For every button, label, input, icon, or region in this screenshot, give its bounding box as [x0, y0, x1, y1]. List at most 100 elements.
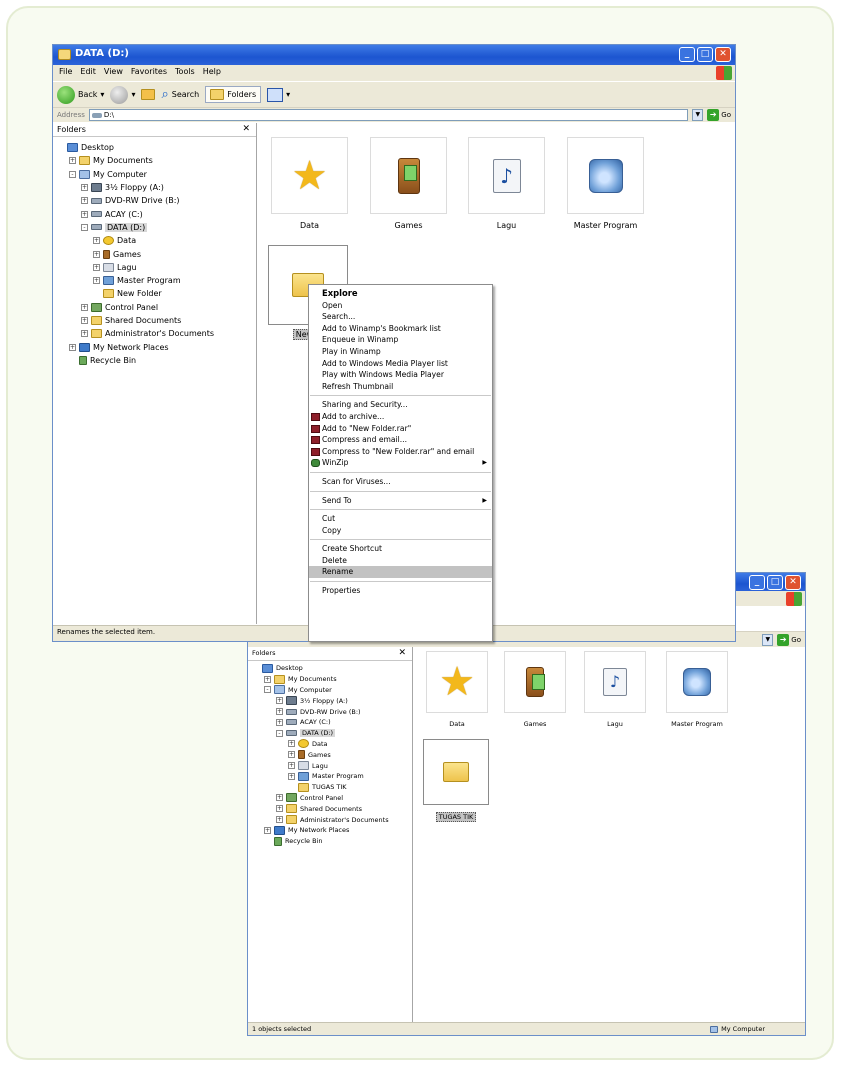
tree-item[interactable]: + My Documents — [252, 674, 410, 685]
tree-item[interactable]: New Folder — [57, 287, 254, 300]
go-button[interactable]: ➔ Go — [777, 633, 805, 646]
address-dropdown-button[interactable]: ▼ — [762, 633, 774, 646]
tree-item[interactable]: + DVD-RW Drive (B:) — [57, 194, 254, 207]
tree-item[interactable]: + ACAY (C:) — [57, 207, 254, 220]
tree-item[interactable]: + Data — [57, 234, 254, 247]
go-button[interactable]: ➔ Go — [707, 109, 735, 121]
minimize-button[interactable]: _ — [749, 575, 765, 590]
expand-toggle-icon[interactable]: - — [276, 729, 283, 737]
expand-toggle-icon[interactable]: + — [81, 330, 88, 338]
tree-item[interactable]: + Lagu — [252, 760, 410, 771]
context-menu-item[interactable]: Play with Windows Media Player — [309, 369, 492, 381]
tree-item[interactable]: - DATA (D:) — [252, 728, 410, 739]
context-menu-item[interactable]: Properties — [309, 585, 492, 597]
context-menu-item[interactable]: Send To ▶ — [309, 495, 492, 507]
expand-toggle-icon[interactable]: + — [81, 184, 88, 192]
address-field[interactable]: D:\ — [88, 109, 689, 121]
expand-toggle-icon[interactable]: + — [93, 277, 100, 285]
context-menu-item[interactable]: WinZip ▶ — [309, 457, 492, 469]
close-button[interactable]: ✕ — [785, 575, 801, 590]
expand-toggle-icon[interactable]: + — [69, 157, 76, 165]
expand-toggle-icon[interactable]: + — [81, 210, 88, 218]
tree-item[interactable]: + Control Panel — [57, 301, 254, 314]
close-icon[interactable]: ✕ — [398, 648, 406, 658]
expand-toggle-icon[interactable]: + — [276, 816, 283, 824]
folder-tile-data[interactable]: ★ Data — [271, 137, 348, 230]
expand-toggle-icon[interactable]: + — [276, 805, 283, 813]
context-menu-item[interactable]: Sharing and Security... — [309, 399, 492, 411]
context-menu-item[interactable]: Explore — [309, 288, 492, 300]
forward-button[interactable]: ▾ — [110, 85, 135, 104]
expand-toggle-icon[interactable]: + — [288, 772, 295, 780]
tree-item[interactable]: + DVD-RW Drive (B:) — [252, 706, 410, 717]
tree-item[interactable]: Recycle Bin — [252, 836, 410, 847]
folder-tile-games[interactable]: Games — [370, 137, 447, 230]
expand-toggle-icon[interactable]: + — [264, 675, 271, 683]
folder-tile-tugas-tik[interactable]: TUGAS TIK — [423, 739, 489, 822]
folder-tile-lagu[interactable]: ♪ Lagu — [468, 137, 545, 230]
chevron-down-icon[interactable]: ▾ — [100, 90, 104, 99]
expand-toggle-icon[interactable]: - — [81, 223, 88, 231]
expand-toggle-icon[interactable]: + — [69, 343, 76, 351]
address-dropdown-button[interactable]: ▼ — [692, 109, 704, 121]
expand-toggle-icon[interactable]: + — [81, 317, 88, 324]
context-menu-item[interactable]: Add to Winamp's Bookmark list — [309, 323, 492, 335]
chevron-down-icon[interactable]: ▾ — [286, 90, 290, 99]
folder-tile-data[interactable]: ★ Data — [426, 651, 488, 728]
expand-toggle-icon[interactable]: - — [264, 686, 271, 694]
context-menu-item[interactable]: Search... — [309, 311, 492, 323]
context-menu-item[interactable]: Create Shortcut — [309, 543, 492, 555]
tree-item[interactable]: + Data — [252, 739, 410, 750]
minimize-button[interactable]: _ — [679, 47, 695, 62]
tree-item[interactable]: + Master Program — [252, 771, 410, 782]
tree-item[interactable]: Recycle Bin — [57, 354, 254, 367]
menu-file[interactable]: File — [59, 67, 72, 79]
up-folder-button[interactable] — [141, 89, 156, 100]
tree-item[interactable]: +3½ Floppy (A:) — [57, 181, 254, 194]
folder-tile-games[interactable]: Games — [504, 651, 566, 728]
expand-toggle-icon[interactable]: + — [81, 303, 88, 311]
tree-item[interactable]: + Shared Documents — [57, 314, 254, 327]
tree-item[interactable]: + My Documents — [57, 154, 254, 167]
context-menu-item[interactable]: Refresh Thumbnail — [309, 381, 492, 393]
expand-toggle-icon[interactable]: + — [93, 263, 100, 271]
maximize-button[interactable]: □ — [767, 575, 783, 590]
close-button[interactable]: ✕ — [715, 47, 731, 62]
folders-button[interactable]: Folders — [205, 86, 262, 103]
context-menu-item[interactable]: Add to "New Folder.rar" — [309, 423, 492, 435]
search-button[interactable]: ⌕ Search — [161, 87, 199, 102]
tree-item[interactable]: - My Computer — [57, 168, 254, 181]
expand-toggle-icon[interactable]: + — [276, 697, 283, 705]
maximize-button[interactable]: □ — [697, 47, 713, 62]
tree-item[interactable]: - DATA (D:) — [57, 221, 254, 234]
tree-item[interactable]: + Master Program — [57, 274, 254, 287]
expand-toggle-icon[interactable]: + — [288, 751, 295, 759]
expand-toggle-icon[interactable]: + — [276, 794, 283, 802]
tree-item[interactable]: Desktop — [57, 141, 254, 154]
context-menu-item[interactable]: Add to Windows Media Player list — [309, 358, 492, 370]
menu-tools[interactable]: Tools — [175, 67, 195, 79]
folder-tile-lagu[interactable]: ♪ Lagu — [584, 651, 646, 728]
folder-tile-master-program[interactable]: Master Program — [567, 137, 644, 230]
expand-toggle-icon[interactable]: + — [81, 197, 88, 205]
context-menu-item[interactable]: Delete — [309, 555, 492, 567]
tree-item[interactable]: + ACAY (C:) — [252, 717, 410, 728]
tree-item[interactable]: +3½ Floppy (A:) — [252, 695, 410, 706]
context-menu-item[interactable]: Compress and email... — [309, 434, 492, 446]
context-menu-item[interactable]: Scan for Viruses... — [309, 476, 492, 488]
views-button[interactable]: ▾ — [267, 87, 290, 102]
context-menu-item[interactable]: Play in Winamp — [309, 346, 492, 358]
chevron-down-icon[interactable]: ▾ — [131, 90, 135, 99]
expand-toggle-icon[interactable]: + — [264, 826, 271, 834]
expand-toggle-icon[interactable]: + — [93, 237, 100, 245]
tree-item[interactable]: + Games — [57, 247, 254, 260]
context-menu-item[interactable]: Compress to "New Folder.rar" and email — [309, 446, 492, 458]
tree-item[interactable]: Desktop — [252, 663, 410, 674]
tree-item[interactable]: - My Computer — [252, 685, 410, 696]
back-button[interactable]: Back ▾ — [57, 85, 104, 104]
folder-tile-master-program[interactable]: Master Program — [666, 651, 728, 728]
context-menu-item[interactable]: Copy — [309, 525, 492, 537]
menu-help[interactable]: Help — [203, 67, 221, 79]
tree-item[interactable]: TUGAS TIK — [252, 782, 410, 793]
expand-toggle-icon[interactable]: + — [276, 708, 283, 716]
